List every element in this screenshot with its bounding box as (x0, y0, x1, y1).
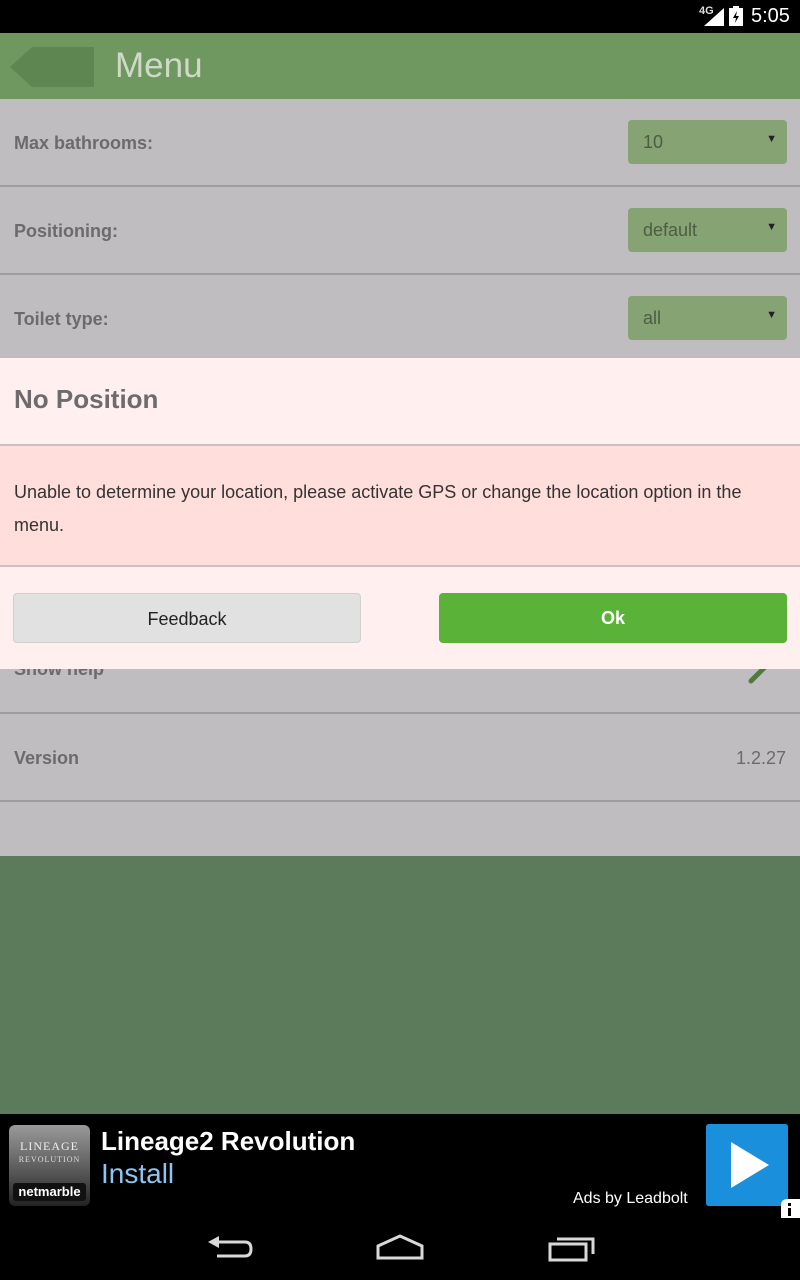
ok-button[interactable]: Ok (439, 593, 787, 643)
ad-icon-brand: netmarble (13, 1183, 86, 1201)
ad-title[interactable]: Lineage2 Revolution (101, 1126, 355, 1157)
dialog-title: No Position (14, 384, 159, 414)
positioning-value: default (643, 220, 698, 240)
dialog-message: Unable to determine your location, pleas… (14, 482, 742, 535)
ad-install-link[interactable]: Install (101, 1158, 174, 1190)
version-value: 1.2.27 (735, 748, 786, 768)
toilet-type-value: all (643, 308, 662, 328)
divider (0, 565, 800, 567)
no-position-dialog: No Position Unable to determine your loc… (0, 358, 800, 669)
toilet-type-select[interactable]: all ▼ (628, 296, 787, 340)
ad-banner[interactable]: LINEAGE REVOLUTION netmarble Lineage2 Re… (0, 1114, 800, 1218)
clock: 5:05 (751, 5, 790, 27)
max-bathrooms-select[interactable]: 10 ▼ (628, 120, 787, 164)
toilet-type-label: Toilet type: (14, 309, 109, 329)
dropdown-arrow-icon: ▼ (766, 309, 777, 321)
ad-icon-subtitle: REVOLUTION (18, 1155, 81, 1164)
menu-row-version: Version 1.2.27 (0, 714, 800, 802)
back-arrow-icon[interactable] (10, 47, 94, 87)
menu-row-positioning: Positioning: default ▼ (0, 187, 800, 275)
status-bar: 4G 5:05 (0, 0, 800, 33)
ad-provider: Ads by Leadbolt (573, 1190, 688, 1207)
positioning-select[interactable]: default ▼ (628, 208, 787, 252)
dropdown-arrow-icon: ▼ (766, 133, 777, 145)
recent-apps-icon[interactable] (547, 1232, 597, 1264)
play-icon[interactable] (706, 1124, 788, 1206)
max-bathrooms-value: 10 (643, 132, 664, 152)
info-icon[interactable] (777, 1197, 800, 1218)
back-icon[interactable] (205, 1232, 255, 1264)
signal-icon (704, 8, 724, 26)
ad-app-icon[interactable]: LINEAGE REVOLUTION netmarble (9, 1125, 90, 1206)
positioning-label: Positioning: (14, 221, 118, 241)
menu-row-toilet-type: Toilet type: all ▼ (0, 275, 800, 363)
dialog-body: Unable to determine your location, pleas… (0, 446, 800, 566)
home-icon[interactable] (375, 1232, 425, 1264)
version-label: Version (14, 748, 80, 768)
navigation-bar (0, 1218, 800, 1280)
page-title: Menu (115, 46, 203, 85)
feedback-button[interactable]: Feedback (13, 593, 361, 643)
ad-icon-title: LINEAGE (20, 1139, 79, 1153)
max-bathrooms-label: Max bathrooms: (14, 133, 154, 153)
battery-icon (729, 6, 743, 26)
dropdown-arrow-icon: ▼ (766, 221, 777, 233)
menu-row-max-bathrooms: Max bathrooms: 10 ▼ (0, 99, 800, 187)
